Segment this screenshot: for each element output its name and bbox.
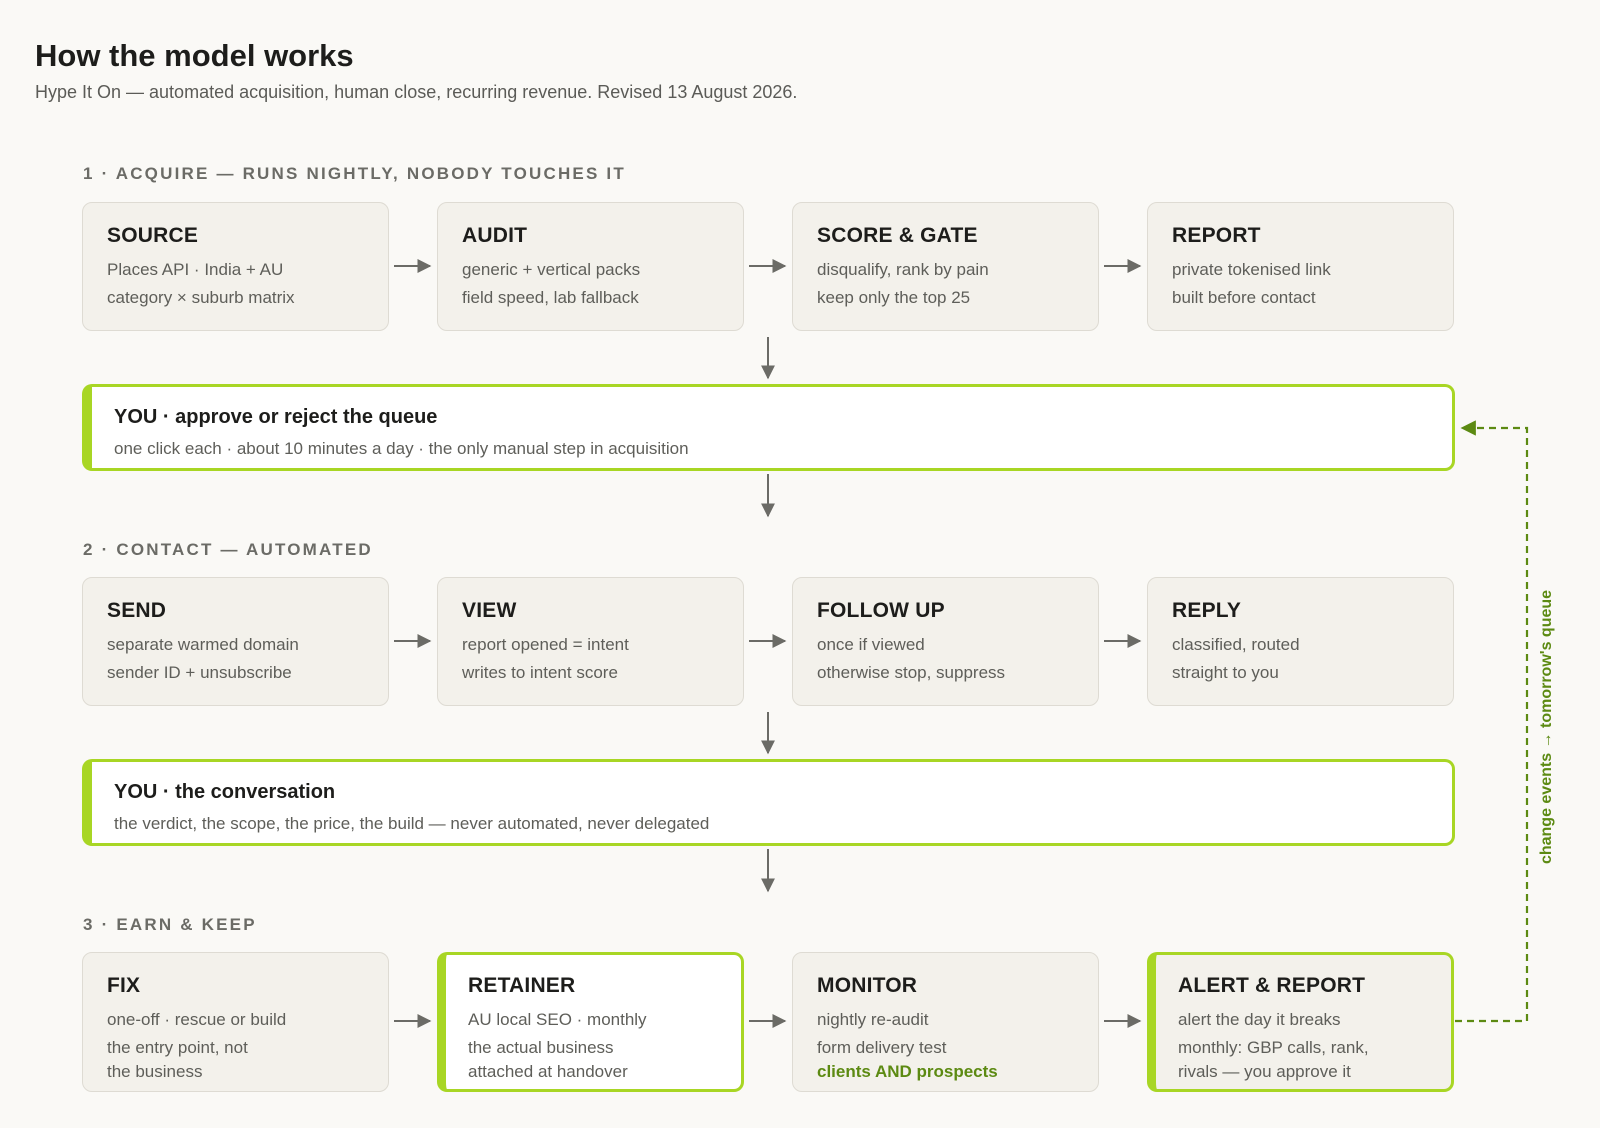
card-line: writes to intent score [462, 663, 618, 682]
card-line: classified, routed [1172, 635, 1300, 654]
you-title: YOU · the conversation [114, 781, 336, 803]
card-title: SOURCE [107, 224, 199, 247]
card-title: FOLLOW UP [817, 599, 945, 622]
card-line: rivals — you approve it [1178, 1062, 1351, 1081]
section-heading-contact: 2 · CONTACT — AUTOMATED [83, 540, 373, 559]
card-line: Places API · India + AU [107, 260, 284, 279]
card-line: separate warmed domain [107, 635, 299, 654]
you-conversation: YOU · the conversation the verdict, the … [82, 759, 1455, 846]
card-alert-report: ALERT & REPORT alert the day it breaks m… [1147, 952, 1454, 1092]
page-title: How the model works [35, 38, 354, 73]
card-line: monthly: GBP calls, rank, [1178, 1038, 1369, 1057]
card-title: VIEW [462, 599, 517, 622]
page-subtitle: Hype It On — automated acquisition, huma… [35, 82, 798, 102]
card-fix: FIX one-off · rescue or build the entry … [82, 952, 389, 1092]
card-line: category × suburb matrix [107, 288, 295, 307]
you-approve-queue: YOU · approve or reject the queue one cl… [82, 384, 1455, 471]
card-audit: AUDIT generic + vertical packs field spe… [437, 202, 744, 331]
card-source: SOURCE Places API · India + AU category … [82, 202, 389, 331]
section-heading-earn-keep: 3 · EARN & KEEP [83, 915, 257, 934]
card-line: alert the day it breaks [1178, 1010, 1341, 1029]
card-line: keep only the top 25 [817, 288, 971, 307]
card-reply: REPLY classified, routed straight to you [1147, 577, 1454, 706]
you-subtitle: one click each · about 10 minutes a day … [114, 439, 689, 458]
card-line: straight to you [1172, 663, 1279, 682]
card-score-gate: SCORE & GATE disqualify, rank by pain ke… [792, 202, 1099, 331]
feedback-loop-label: change events → tomorrow's queue [1538, 589, 1555, 865]
card-view: VIEW report opened = intent writes to in… [437, 577, 744, 706]
card-line: the actual business [468, 1038, 614, 1057]
card-line: form delivery test [817, 1038, 947, 1057]
card-line: disqualify, rank by pain [817, 260, 989, 279]
card-line: private tokenised link [1172, 260, 1331, 279]
card-line: one-off · rescue or build [107, 1010, 287, 1029]
card-follow-up: FOLLOW UP once if viewed otherwise stop,… [792, 577, 1099, 706]
card-line: once if viewed [817, 635, 925, 654]
card-line: generic + vertical packs [462, 260, 641, 279]
card-title: RETAINER [468, 974, 576, 997]
card-title: FIX [107, 974, 141, 997]
card-line: attached at handover [468, 1062, 628, 1081]
card-line: the entry point, not [107, 1038, 248, 1057]
card-line: otherwise stop, suppress [817, 663, 1006, 682]
card-title: SEND [107, 599, 167, 622]
card-line: built before contact [1172, 288, 1316, 307]
card-title: ALERT & REPORT [1178, 974, 1366, 997]
card-line-highlight: clients AND prospects [817, 1062, 998, 1081]
you-title: YOU · approve or reject the queue [114, 406, 438, 428]
card-title: MONITOR [817, 974, 918, 997]
card-monitor: MONITOR nightly re-audit form delivery t… [792, 952, 1099, 1092]
card-title: REPLY [1172, 599, 1242, 622]
card-line: AU local SEO · monthly [468, 1010, 647, 1029]
card-line: sender ID + unsubscribe [107, 663, 292, 682]
section-heading-acquire: 1 · ACQUIRE — RUNS NIGHTLY, NOBODY TOUCH… [83, 164, 626, 183]
you-subtitle: the verdict, the scope, the price, the b… [114, 814, 710, 833]
card-title: SCORE & GATE [817, 224, 978, 247]
card-send: SEND separate warmed domain sender ID + … [82, 577, 389, 706]
card-title: REPORT [1172, 224, 1261, 247]
card-title: AUDIT [462, 224, 528, 247]
card-retainer: RETAINER AU local SEO · monthly the actu… [437, 952, 744, 1092]
card-report: REPORT private tokenised link built befo… [1147, 202, 1454, 331]
card-line: report opened = intent [462, 635, 629, 654]
card-line: field speed, lab fallback [462, 288, 639, 307]
card-line: the business [107, 1062, 203, 1081]
feedback-loop-arrow [1455, 420, 1529, 1023]
card-line: nightly re-audit [817, 1010, 929, 1029]
